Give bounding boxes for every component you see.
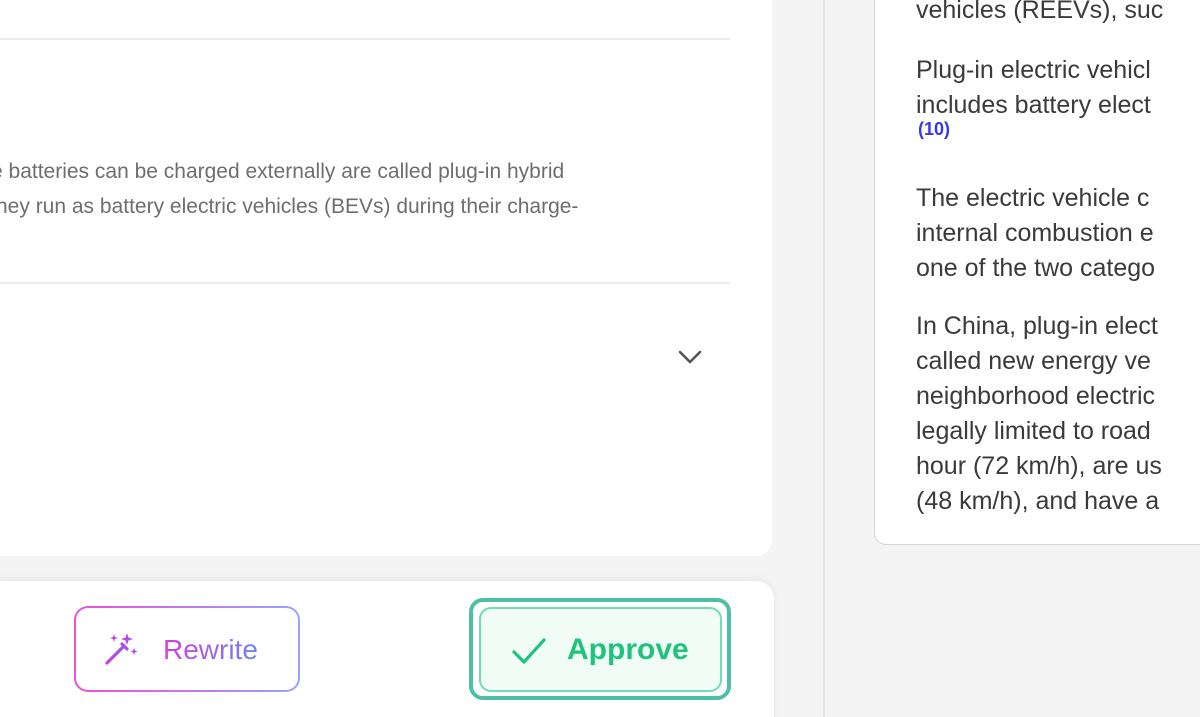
source-paragraph: vehicles (REEVs), suc (916, 0, 1164, 24)
suggestion-excerpt: e batteries can be charged externally ar… (0, 154, 730, 224)
magic-wand-icon (105, 633, 138, 665)
rewrite-button-label: Rewrite (163, 634, 258, 665)
approve-button[interactable]: Approve (479, 607, 722, 692)
pane-separator (823, 0, 825, 717)
editor-card (0, 0, 772, 556)
section-divider (0, 38, 730, 40)
rewrite-button[interactable]: Rewrite (74, 606, 300, 692)
citation-link[interactable]: (10) (918, 119, 950, 140)
source-paragraph: The electric vehicle c internal combusti… (916, 184, 1156, 282)
source-card: vehicles (REEVs), suc Plug-in electric v… (874, 0, 1200, 545)
chevron-down-icon[interactable] (676, 345, 704, 369)
source-paragraph: In China, plug-in elect called new energ… (916, 312, 1162, 515)
source-paragraph: Plug-in electric vehicl includes battery… (916, 56, 1151, 119)
excerpt-line: e batteries can be charged externally ar… (0, 160, 565, 183)
excerpt-line: hey run as battery electric vehicles (BE… (0, 195, 579, 218)
approve-button-label: Approve (567, 633, 689, 666)
check-icon (512, 638, 546, 664)
section-divider (0, 282, 730, 284)
